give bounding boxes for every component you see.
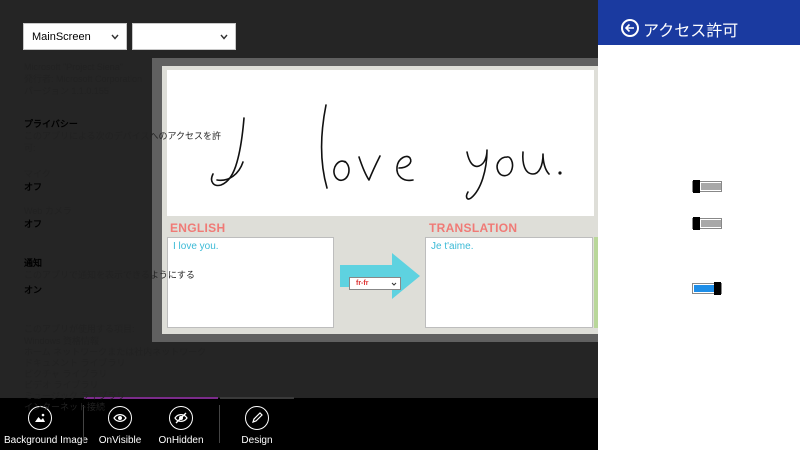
privacy-description: このアプリによる次のデバイスへのアクセスを許 — [24, 131, 222, 141]
back-button[interactable] — [621, 19, 639, 37]
handwriting-strokes — [210, 104, 562, 200]
arrow-right-icon — [340, 253, 420, 299]
chevron-down-icon — [391, 282, 397, 286]
panel-header: アクセス許可 — [598, 0, 800, 45]
notify-state: オン — [24, 285, 43, 295]
toggle-track — [701, 220, 721, 227]
app-name: Microsoft "Project Siena" — [24, 62, 123, 72]
english-label: ENGLISH — [170, 221, 226, 235]
chevron-down-icon — [111, 34, 119, 40]
privacy-heading: プライバシー — [24, 119, 78, 129]
onhidden-button[interactable]: OnHidden — [145, 406, 217, 446]
webcam-toggle[interactable] — [692, 217, 722, 230]
uses-item: インターネット接続 — [24, 402, 106, 412]
privacy-description-cont: 可: — [24, 143, 36, 153]
design-button[interactable]: Design — [221, 406, 293, 446]
notify-heading: 通知 — [24, 258, 43, 268]
english-input[interactable]: I love you. — [167, 237, 334, 328]
screen-dropdown[interactable]: MainScreen — [23, 23, 127, 50]
toggle-track — [701, 183, 721, 190]
webcam-state: オフ — [24, 219, 43, 229]
eye-icon — [108, 406, 132, 430]
notify-toggle[interactable] — [692, 282, 722, 295]
version: バージョン 1.1.0.155 — [24, 86, 109, 96]
property-dropdown[interactable] — [132, 23, 236, 50]
language-dropdown-value: fr-fr — [356, 280, 369, 287]
tool-label: Design — [241, 435, 273, 446]
uses-heading: このアプリが使用する項目: — [24, 324, 135, 334]
mic-state: オフ — [24, 182, 43, 192]
webcam-label: Web カメラ — [24, 206, 72, 216]
chevron-down-icon — [220, 34, 228, 40]
translation-label: TRANSLATION — [429, 221, 518, 235]
screen-dropdown-value: MainScreen — [32, 30, 91, 43]
ink-control[interactable] — [167, 70, 594, 216]
eye-slash-icon — [169, 406, 193, 430]
mic-label: マイク — [24, 169, 51, 179]
language-dropdown[interactable]: fr-fr — [349, 277, 401, 290]
toggle-knob — [714, 282, 721, 295]
tool-label: Background Image — [4, 435, 88, 446]
pencil-icon — [245, 406, 269, 430]
notify-description: このアプリで通知を表示できるようにする — [24, 270, 195, 280]
panel-title: アクセス許可 — [643, 23, 739, 40]
toggle-knob — [693, 217, 700, 230]
tool-label: OnHidden — [158, 435, 204, 446]
tab-indicator — [220, 397, 294, 399]
publisher: 発行者: Microsoft Corporation — [24, 74, 143, 84]
translation-output: Je t'aime. — [425, 237, 593, 328]
toggle-track — [694, 285, 714, 292]
toggle-knob — [693, 180, 700, 193]
divider — [219, 405, 220, 443]
mic-toggle[interactable] — [692, 180, 722, 193]
arrow-left-icon — [624, 23, 634, 33]
